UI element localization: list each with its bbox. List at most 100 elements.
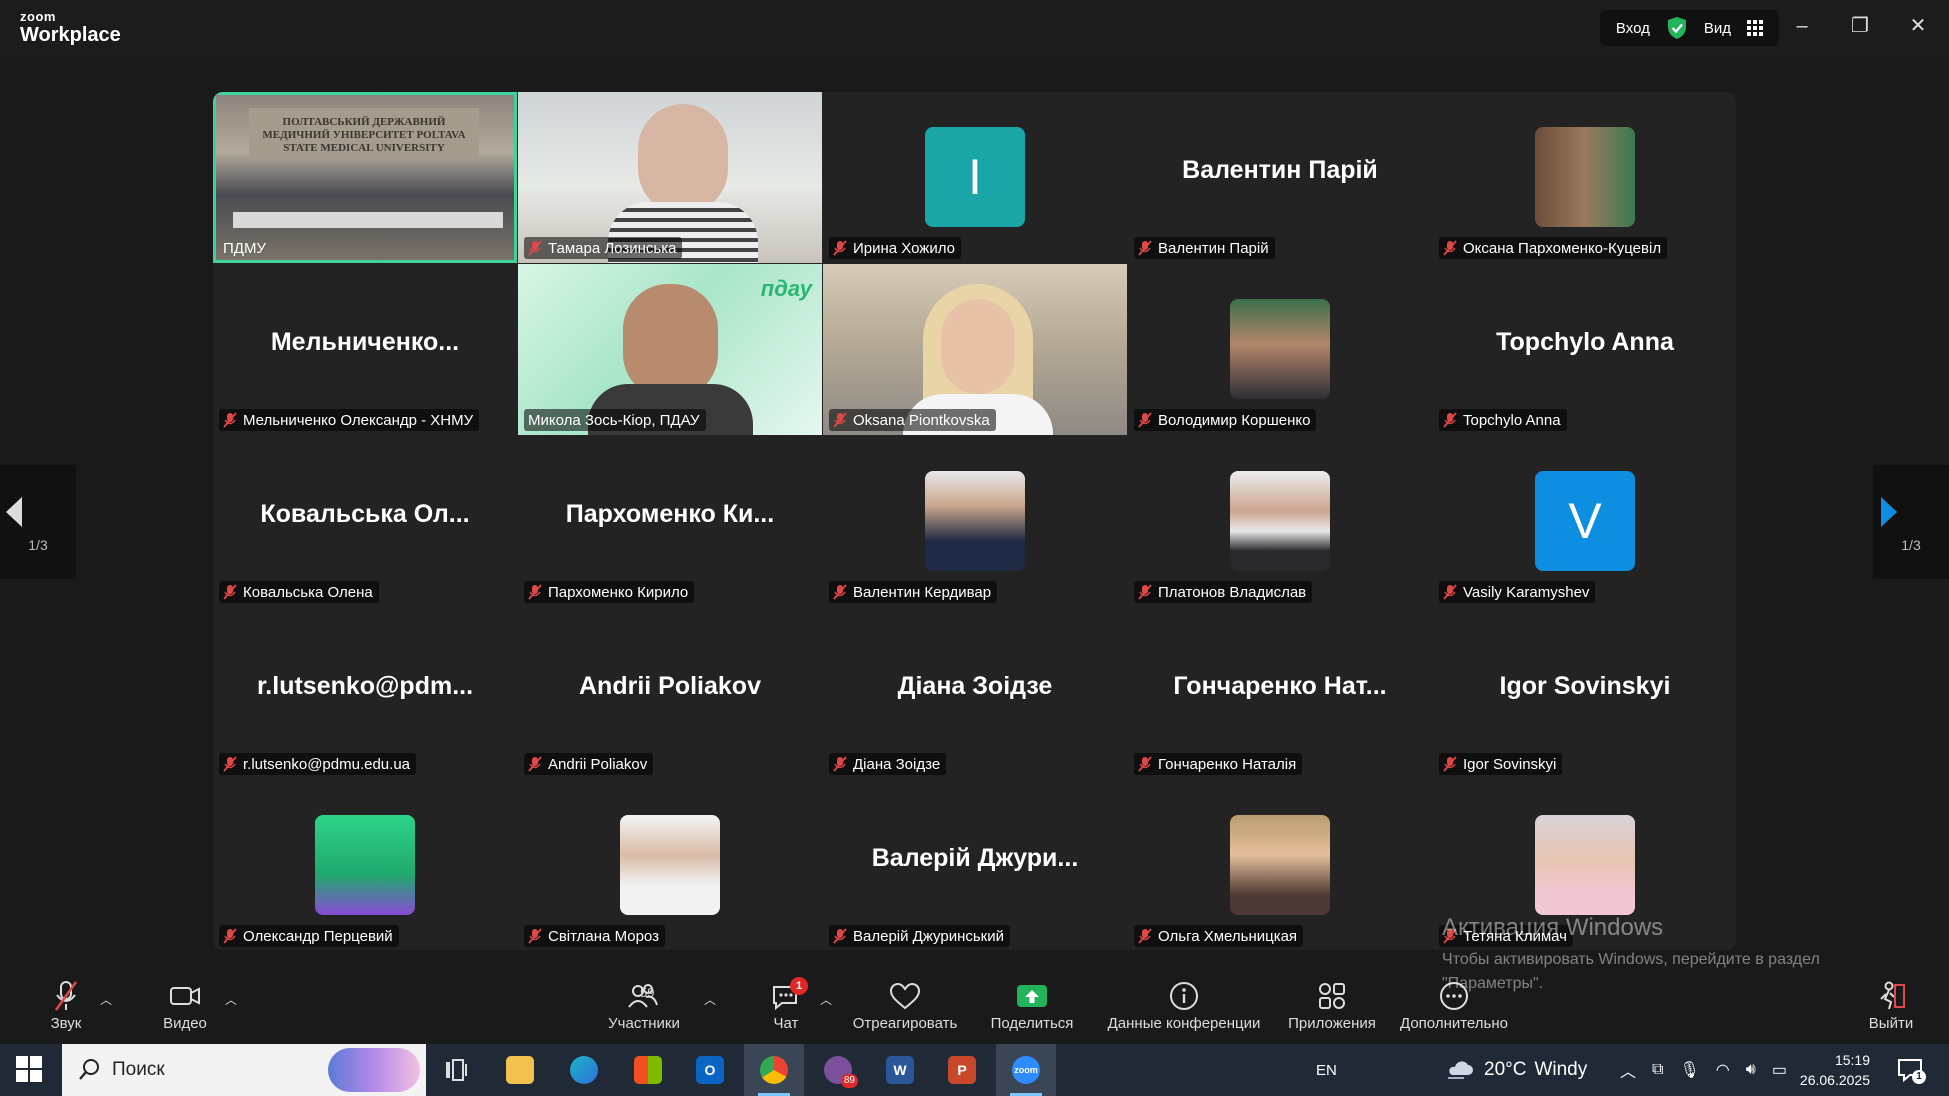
participant-name: Валерій Джуринський <box>853 927 1004 945</box>
view-grid-icon[interactable] <box>1747 20 1763 36</box>
participant-tile[interactable]: Мельниченко... Мельниченко Олександр - Х… <box>213 264 517 435</box>
minimize-button[interactable]: – <box>1790 14 1814 38</box>
apps-label: Приложения <box>1288 1015 1376 1032</box>
meet-now-icon[interactable]: ⧉ <box>1652 1061 1663 1079</box>
participant-tile[interactable]: Topchylo Anna Topchylo Anna <box>1433 264 1736 435</box>
participant-tile[interactable]: Igor Sovinskyi Igor Sovinskyi <box>1433 608 1736 779</box>
participant-tile[interactable]: Валерій Джури... Валерій Джуринський <box>823 780 1127 950</box>
zoom-taskbar-icon[interactable]: zoom <box>996 1044 1056 1096</box>
next-page-button[interactable]: 1/3 <box>1873 465 1949 579</box>
participant-name-plate: Oksana Piontkovska <box>829 409 996 431</box>
word-icon[interactable]: W <box>870 1044 930 1096</box>
participant-tile[interactable]: Тамара Лозинська <box>518 92 822 263</box>
participant-tile[interactable]: Валентин Парій Валентин Парій <box>1128 92 1432 263</box>
shield-icon[interactable] <box>1666 16 1688 40</box>
participant-tile[interactable]: Ковальська Ол... Ковальська Олена <box>213 436 517 607</box>
video-options-caret-icon[interactable]: ︿ <box>225 991 237 1008</box>
share-label: Поделиться <box>990 1015 1074 1032</box>
participant-tile[interactable]: Платонов Владислав <box>1128 436 1432 607</box>
participant-name-plate: Валентин Парій <box>1134 237 1275 259</box>
muted-mic-icon <box>528 584 542 600</box>
muted-mic-icon <box>223 412 237 428</box>
taskbar-search[interactable]: Поиск <box>62 1044 426 1096</box>
microsoft-store-icon[interactable] <box>618 1044 678 1096</box>
participant-tile[interactable]: Ольга Хмельницкая <box>1128 780 1432 950</box>
leave-label: Выйти <box>1868 1015 1914 1032</box>
participant-tile[interactable]: Діана Зоідзе Діана Зоідзе <box>823 608 1127 779</box>
profile-photo <box>315 815 415 915</box>
volume-icon[interactable]: 🔊︎ <box>1746 1061 1756 1079</box>
participant-display-name: Гончаренко Нат... <box>1173 672 1387 700</box>
participant-display-name: r.lutsenko@pdm... <box>256 672 474 700</box>
share-button[interactable]: Поделиться <box>988 979 1076 1032</box>
participant-display-name: Діана Зоідзе <box>897 672 1053 700</box>
video-face <box>623 284 718 399</box>
audio-button[interactable]: Звук <box>46 979 86 1032</box>
keyboard-language[interactable]: EN <box>1316 1044 1337 1096</box>
participant-name: r.lutsenko@pdmu.edu.ua <box>243 755 410 773</box>
chevron-up-icon[interactable]: ︿ <box>1620 1058 1636 1082</box>
participant-tile[interactable]: I Ирина Хожило <box>823 92 1127 263</box>
search-placeholder: Поиск <box>112 1059 165 1080</box>
muted-mic-icon <box>528 756 542 772</box>
task-view-icon[interactable] <box>426 1044 486 1096</box>
signin-button[interactable]: Вход <box>1616 20 1650 37</box>
close-button[interactable]: ✕ <box>1906 14 1930 38</box>
participant-name-plate: Ирина Хожило <box>829 237 961 259</box>
participant-name: Платонов Владислав <box>1158 583 1307 601</box>
participant-tile[interactable]: Оксана Пархоменко-Куцевіл <box>1433 92 1736 263</box>
chrome-icon[interactable] <box>744 1044 804 1096</box>
restore-button[interactable]: ❐ <box>1848 14 1872 38</box>
participant-display-name: Валерій Джури... <box>871 844 1079 872</box>
profile-photo <box>1535 127 1635 227</box>
viber-unread-badge: 89 <box>840 1074 858 1088</box>
participant-tile[interactable]: Andrii Poliakov Andrii Poliakov <box>518 608 822 779</box>
wifi-icon[interactable]: ◠ <box>1716 1060 1730 1080</box>
participants-options-caret-icon[interactable]: ︿ <box>704 991 716 1008</box>
participant-tile[interactable]: Олександр Перцевий <box>213 780 517 950</box>
chat-options-caret-icon[interactable]: ︿ <box>820 991 832 1008</box>
participant-tile[interactable]: V Vasily Karamyshev <box>1433 436 1736 607</box>
react-button[interactable]: Отреагировать <box>850 979 960 1032</box>
notifications-button[interactable]: 1 <box>1896 1056 1926 1084</box>
powerpoint-icon[interactable]: P <box>932 1044 992 1096</box>
view-button[interactable]: Вид <box>1704 20 1731 37</box>
video-button[interactable]: Видео <box>158 979 212 1032</box>
apps-button[interactable]: Приложения <box>1284 979 1380 1032</box>
outlook-icon[interactable]: O <box>680 1044 740 1096</box>
participant-tile[interactable]: пдау Микола Зось-Кіор, ПДАУ <box>518 264 822 435</box>
participant-name-plate: Vasily Karamyshev <box>1439 581 1596 603</box>
file-explorer-icon[interactable] <box>490 1044 550 1096</box>
participant-tile[interactable]: Володимир Коршенко <box>1128 264 1432 435</box>
muted-mic-icon <box>528 240 542 256</box>
viber-icon[interactable]: 89 <box>808 1044 868 1096</box>
participant-tile[interactable]: r.lutsenko@pdm... r.lutsenko@pdmu.edu.ua <box>213 608 517 779</box>
participant-tile[interactable]: ПОЛТАВСЬКИЙ ДЕРЖАВНИЙ МЕДИЧНИЙ УНІВЕРСИТ… <box>213 92 517 263</box>
participant-display-name: Пархоменко Ки... <box>565 500 775 528</box>
participants-button[interactable]: 59 Участники <box>604 979 684 1032</box>
participant-tile[interactable]: Валентин Кердивар <box>823 436 1127 607</box>
participant-tile[interactable]: Пархоменко Ки... Пархоменко Кирило <box>518 436 822 607</box>
participant-tile[interactable]: Oksana Piontkovska <box>823 264 1127 435</box>
participant-tile[interactable]: Гончаренко Нат... Гончаренко Наталія <box>1128 608 1432 779</box>
microphone-icon[interactable]: 🎙︎ <box>1679 1060 1699 1080</box>
participant-tile[interactable]: Світлана Мороз <box>518 780 822 950</box>
edge-browser-icon[interactable] <box>554 1044 614 1096</box>
muted-mic-icon <box>833 928 847 944</box>
video-desk <box>233 212 503 228</box>
participant-name: Igor Sovinskyi <box>1463 755 1557 773</box>
audio-options-caret-icon[interactable]: ︿ <box>100 991 112 1008</box>
participant-display-name: Ковальська Ол... <box>260 500 470 528</box>
clock[interactable]: 15:19 26.06.2025 <box>1800 1044 1870 1096</box>
chat-button[interactable]: 1 Чат <box>766 977 808 1032</box>
title-bar-actions: Вход Вид <box>1599 10 1779 46</box>
meeting-info-button[interactable]: Данные конференции <box>1104 979 1264 1032</box>
battery-icon[interactable]: ▭ <box>1772 1060 1787 1080</box>
brand-logo: пдау <box>760 276 812 301</box>
meeting-info-label: Данные конференции <box>1107 1015 1261 1032</box>
windows-start-icon[interactable] <box>16 1056 42 1082</box>
muted-mic-icon <box>1138 928 1152 944</box>
previous-page-button[interactable]: 1/3 <box>0 465 76 579</box>
weather-widget[interactable]: 20°C Windy <box>1446 1044 1587 1096</box>
participant-display-name: Валентин Парій <box>1182 156 1378 184</box>
